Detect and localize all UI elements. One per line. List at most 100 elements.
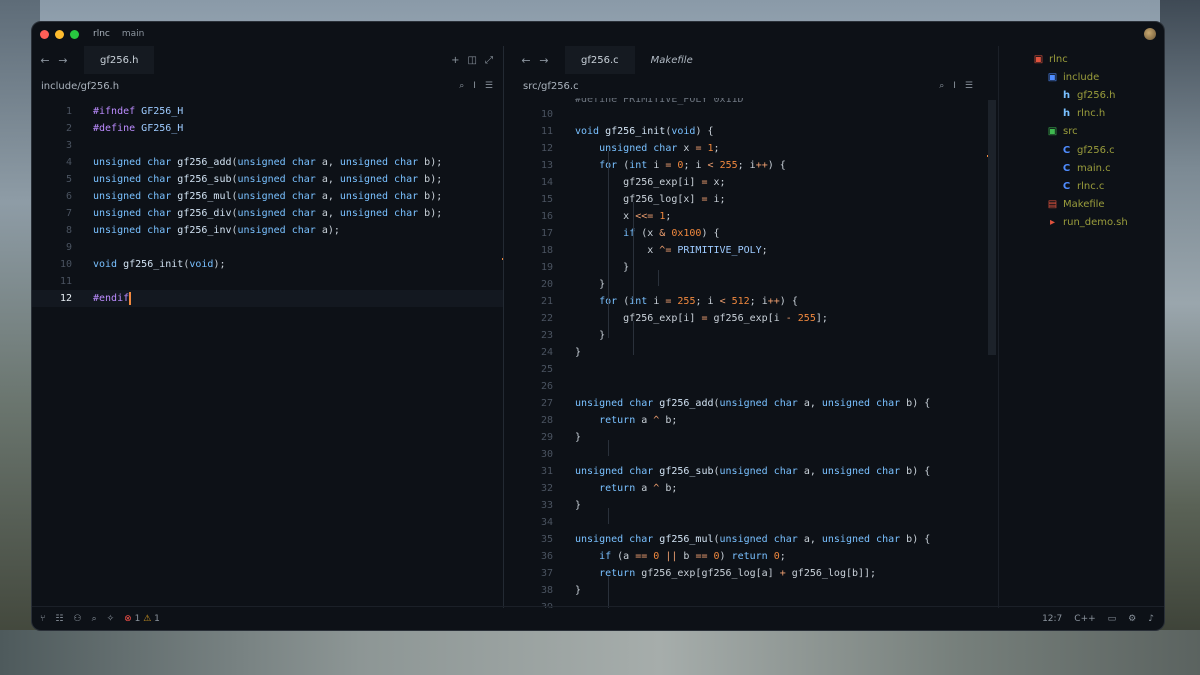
minimize-window-button[interactable] — [55, 29, 64, 39]
line-number[interactable]: 37 — [513, 565, 553, 582]
line-number[interactable]: 26 — [513, 378, 553, 395]
code-line[interactable]: 23 } — [513, 327, 998, 344]
line-number[interactable]: 13 — [513, 157, 553, 174]
line-number[interactable]: 28 — [513, 412, 553, 429]
search-icon[interactable]: ⌕ — [92, 614, 97, 624]
line-number[interactable]: 30 — [513, 446, 553, 463]
line-number[interactable]: 18 — [513, 242, 553, 259]
code-line[interactable]: 12 #endif — [32, 290, 503, 307]
line-number[interactable]: 3 — [32, 137, 72, 154]
line-number[interactable]: 14 — [513, 174, 553, 191]
file-path[interactable]: src/gf256.c — [523, 81, 579, 92]
code-line[interactable]: 37 return gf256_exp[gf256_log[a] + gf256… — [513, 565, 998, 582]
line-number[interactable]: 5 — [32, 171, 72, 188]
code-line[interactable]: 15 gf256_log[x] = i; — [513, 191, 998, 208]
line-number[interactable]: 19 — [513, 259, 553, 276]
line-number[interactable]: 16 — [513, 208, 553, 225]
code-editor-left[interactable]: 1 #ifndef GF256_H 2 #define GF256_H 3 4 unsign… — [32, 98, 503, 608]
line-number[interactable]: 23 — [513, 327, 553, 344]
line-number[interactable]: 20 — [513, 276, 553, 293]
code-line[interactable]: 10 void gf256_init(void); — [32, 256, 503, 273]
tab-gf256-c[interactable]: gf256.c — [565, 46, 635, 74]
collaborators-icon[interactable]: ⚇ — [73, 614, 81, 624]
forward-arrow-icon[interactable]: → — [54, 54, 72, 67]
line-number[interactable]: 21 — [513, 293, 553, 310]
line-number[interactable]: 8 — [32, 222, 72, 239]
code-line[interactable]: 31 unsigned char gf256_sub(unsigned char … — [513, 463, 998, 480]
back-arrow-icon[interactable]: ← — [517, 54, 535, 67]
code-line[interactable]: 7 unsigned char gf256_div(unsigned char a… — [32, 205, 503, 222]
line-number[interactable]: 4 — [32, 154, 72, 171]
debug-icon[interactable]: ⚙ — [1128, 614, 1136, 624]
line-number[interactable]: 9 — [32, 239, 72, 256]
code-line[interactable]: 19 } — [513, 259, 998, 276]
code-line[interactable]: 5 unsigned char gf256_sub(unsigned char a… — [32, 171, 503, 188]
code-line[interactable]: 11 — [32, 273, 503, 290]
code-line[interactable]: 1 #ifndef GF256_H — [32, 103, 503, 120]
code-line[interactable]: 3 — [32, 137, 503, 154]
line-number[interactable]: 24 — [513, 344, 553, 361]
line-number[interactable]: 15 — [513, 191, 553, 208]
split-pane-icon[interactable]: ◫ — [468, 55, 477, 66]
settings-sliders-icon[interactable]: ☰ — [965, 81, 973, 91]
expand-icon[interactable]: ⤢ — [485, 55, 493, 66]
branch-name[interactable]: main — [122, 29, 145, 39]
line-number[interactable]: 34 — [513, 514, 553, 531]
ai-assistant-icon[interactable]: ✧ — [107, 614, 115, 624]
code-line[interactable]: 30 — [513, 446, 998, 463]
code-line[interactable]: 14 gf256_exp[i] = x; — [513, 174, 998, 191]
line-number[interactable]: 12 — [32, 290, 72, 307]
file-tree-item[interactable]: Crlnc.c — [999, 177, 1164, 195]
close-window-button[interactable] — [40, 29, 49, 39]
line-number[interactable]: 2 — [32, 120, 72, 137]
settings-sliders-icon[interactable]: ☰ — [485, 81, 493, 91]
code-line[interactable]: 20 } — [513, 276, 998, 293]
scrollbar[interactable] — [988, 100, 996, 355]
file-path[interactable]: include/gf256.h — [41, 81, 119, 92]
line-number[interactable]: 27 — [513, 395, 553, 412]
cursor-position[interactable]: 12:7 — [1042, 614, 1062, 624]
file-tree-item[interactable]: h gf256.h — [999, 86, 1164, 104]
code-line[interactable]: 35 unsigned char gf256_mul(unsigned char … — [513, 531, 998, 548]
file-tree-item[interactable]: ▤ Makefile — [999, 196, 1164, 214]
avatar[interactable] — [1144, 28, 1156, 40]
plus-icon[interactable]: + — [451, 55, 459, 66]
language-mode[interactable]: C++ — [1074, 614, 1095, 624]
line-number[interactable]: 11 — [32, 273, 72, 290]
file-tree-item[interactable]: ▣ src — [999, 123, 1164, 141]
diagnostics[interactable]: ⊗ 1 ⚠ 1 — [124, 614, 160, 624]
line-number[interactable]: 7 — [32, 205, 72, 222]
project-name[interactable]: rlnc — [93, 29, 110, 39]
code-line[interactable]: 36 if (a == 0 || b == 0) return 0; — [513, 548, 998, 565]
code-line[interactable]: 34 — [513, 514, 998, 531]
code-line[interactable]: 25 — [513, 361, 998, 378]
file-tree-item[interactable]: ▣ rlnc — [999, 50, 1164, 68]
code-line[interactable]: 10 — [513, 106, 998, 123]
tab-gf256-h[interactable]: gf256.h — [84, 46, 155, 74]
code-editor-right[interactable]: #define PRIMITIVE_POLY 0x11D 10 11 void gf… — [513, 98, 998, 608]
code-line[interactable]: 4 unsigned char gf256_add(unsigned char a… — [32, 154, 503, 171]
line-number[interactable]: 6 — [32, 188, 72, 205]
text-cursor-icon[interactable]: I — [953, 81, 956, 91]
line-number[interactable]: 33 — [513, 497, 553, 514]
code-line[interactable]: 22 gf256_exp[i] = gf256_exp[i - 255]; — [513, 310, 998, 327]
pane-divider[interactable] — [503, 46, 504, 608]
code-line[interactable]: 33} — [513, 497, 998, 514]
line-number[interactable]: 17 — [513, 225, 553, 242]
code-line[interactable]: 16 x <<= 1; — [513, 208, 998, 225]
file-tree-item[interactable]: Cgf256.c — [999, 141, 1164, 159]
line-number[interactable]: 32 — [513, 480, 553, 497]
code-line[interactable]: 8 unsigned char gf256_inv(unsigned char a… — [32, 222, 503, 239]
line-number[interactable]: 29 — [513, 429, 553, 446]
text-cursor-icon[interactable]: I — [473, 81, 476, 91]
code-line[interactable]: 17 if (x & 0x100) { — [513, 225, 998, 242]
forward-arrow-icon[interactable]: → — [535, 54, 553, 67]
notifications-icon[interactable]: ♪ — [1148, 614, 1154, 624]
line-number[interactable]: 10 — [513, 106, 553, 123]
outline-icon[interactable]: ☷ — [55, 614, 63, 624]
line-number[interactable]: 31 — [513, 463, 553, 480]
file-tree-item[interactable]: h rlnc.h — [999, 105, 1164, 123]
file-tree-item[interactable]: ▸ run_demo.sh — [999, 214, 1164, 232]
code-line[interactable]: 12 unsigned char x = 1; — [513, 140, 998, 157]
line-number[interactable]: 11 — [513, 123, 553, 140]
